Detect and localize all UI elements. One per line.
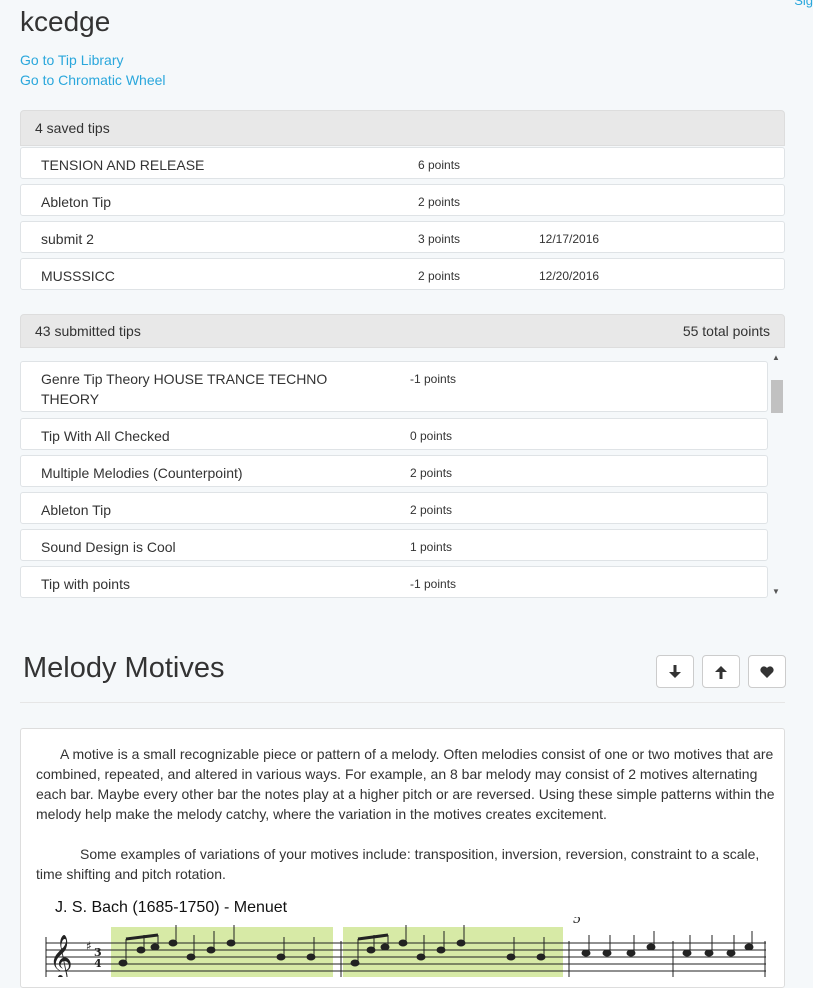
saved-tip-row[interactable]: submit 2 3 points 12/17/2016 (20, 221, 785, 253)
username-title: kcedge (20, 6, 111, 37)
heart-icon (760, 665, 774, 678)
arrow-down-icon (669, 664, 681, 678)
corner-link[interactable]: Sig (794, 0, 813, 8)
tip-title: submit 2 (41, 231, 94, 247)
submitted-tips-scrollbar[interactable]: ▲ ▼ (768, 349, 785, 599)
saved-tips-count: 4 saved tips (35, 120, 110, 136)
download-button[interactable] (656, 655, 694, 688)
svg-text:♯: ♯ (86, 939, 92, 953)
tip-points: -1 points (410, 372, 457, 386)
tip-paragraph: Some examples of variations of your moti… (36, 846, 760, 882)
tip-points: 2 points (410, 466, 453, 480)
tip-title: Multiple Melodies (Counterpoint) (41, 465, 243, 481)
tip-heading: Melody Motives (23, 652, 225, 684)
measure-number: 5 (573, 917, 581, 927)
tip-title: Ableton Tip (41, 502, 112, 518)
motive-highlight (343, 927, 563, 977)
submitted-tip-row[interactable]: Ableton Tip 2 points (20, 492, 768, 524)
tip-content: A motive is a small recognizable piece o… (20, 728, 785, 988)
tip-title: Ableton Tip (41, 194, 112, 210)
submitted-tips-heading: 43 submitted tips 55 total points (20, 314, 785, 348)
tip-points: 2 points (410, 503, 453, 517)
tip-title: Genre Tip Theory HOUSE TRANCE TECHNO THE… (41, 371, 328, 407)
sheet-music-title: J. S. Bach (1685-1750) - Menuet (55, 899, 288, 916)
saved-tip-row[interactable]: TENSION AND RELEASE 6 points (20, 147, 785, 179)
tip-title: Tip With All Checked (41, 428, 170, 444)
favorite-button[interactable] (748, 655, 786, 688)
tip-points: 2 points (418, 195, 461, 209)
tip-paragraph: A motive is a small recognizable piece o… (36, 746, 775, 822)
svg-text:4: 4 (94, 957, 102, 970)
tip-points: -1 points (410, 577, 457, 591)
saved-tip-row[interactable]: MUSSSICC 2 points 12/20/2016 (20, 258, 785, 290)
saved-tip-row[interactable]: Ableton Tip 2 points (20, 184, 785, 216)
tip-points: 6 points (418, 158, 461, 172)
sheet-music-image: 𝄞 ♯ 3 4 5 (45, 917, 766, 977)
tip-points: 1 points (410, 540, 453, 554)
submitted-tips-count: 43 submitted tips (35, 323, 141, 339)
upload-button[interactable] (702, 655, 740, 688)
submitted-tips-list[interactable]: Genre Tip Theory HOUSE TRANCE TECHNO THE… (20, 349, 785, 599)
tip-points: 0 points (410, 429, 453, 443)
scroll-up-icon[interactable]: ▲ (772, 353, 780, 362)
tip-date: 12/20/2016 (539, 269, 600, 283)
scrollbar-thumb[interactable] (771, 380, 783, 413)
tip-library-link[interactable]: Go to Tip Library (20, 52, 124, 68)
divider (20, 702, 785, 703)
tip-points: 3 points (418, 232, 461, 246)
submitted-tips-panel: 43 submitted tips 55 total points (20, 314, 785, 348)
saved-tips-heading: 4 saved tips (20, 110, 785, 146)
submitted-tip-row[interactable]: Tip with points -1 points (20, 566, 768, 598)
scroll-down-icon[interactable]: ▼ (772, 587, 780, 596)
saved-tips-panel: 4 saved tips TENSION AND RELEASE 6 point… (20, 110, 785, 290)
svg-text:𝄞: 𝄞 (49, 935, 73, 977)
chromatic-wheel-link[interactable]: Go to Chromatic Wheel (20, 72, 166, 88)
arrow-up-icon (715, 665, 727, 679)
submitted-tip-row[interactable]: Genre Tip Theory HOUSE TRANCE TECHNO THE… (20, 361, 768, 412)
tip-title: Sound Design is Cool (41, 539, 176, 555)
submitted-tip-row[interactable]: Sound Design is Cool 1 points (20, 529, 768, 561)
submitted-tip-row[interactable]: Multiple Melodies (Counterpoint) 2 point… (20, 455, 768, 487)
tip-title: TENSION AND RELEASE (41, 157, 205, 173)
tip-title: MUSSSICC (41, 268, 115, 284)
tip-points: 2 points (418, 269, 461, 283)
tip-title: Tip with points (41, 576, 130, 592)
total-points: 55 total points (682, 323, 770, 339)
submitted-tip-row[interactable]: Tip With All Checked 0 points (20, 418, 768, 450)
tip-date: 12/17/2016 (539, 232, 600, 246)
